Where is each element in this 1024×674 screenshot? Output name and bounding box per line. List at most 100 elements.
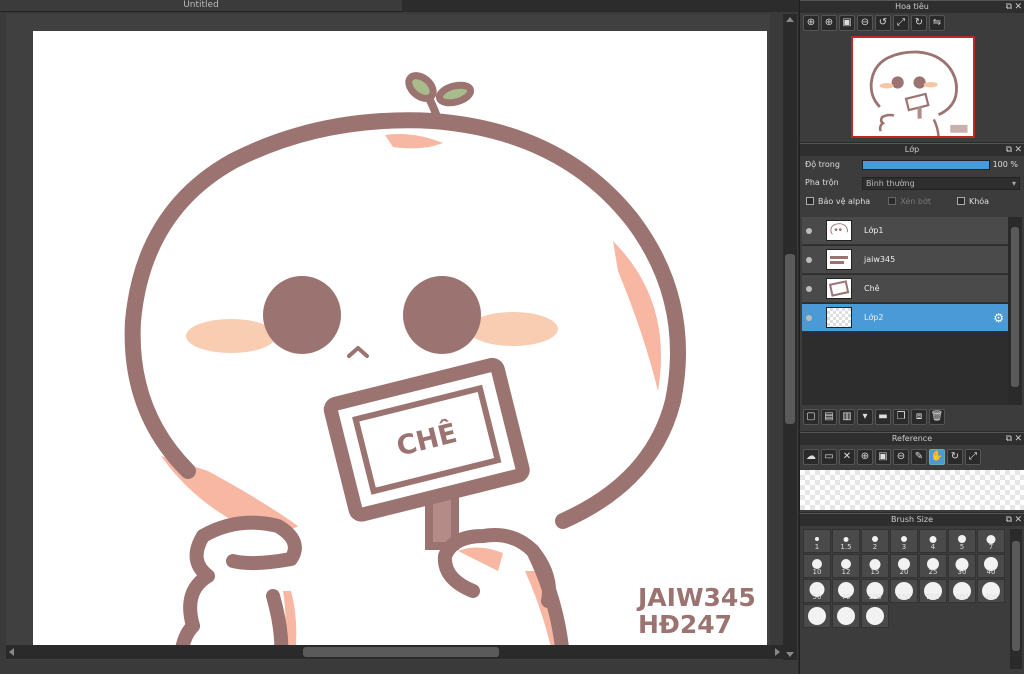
layer-thumbnail — [826, 278, 852, 299]
brush-size-cell[interactable]: 30 — [948, 554, 976, 578]
navigator-thumbnail[interactable] — [851, 36, 975, 138]
layer-scroll-thumb[interactable] — [1011, 227, 1019, 387]
cheek-left — [186, 319, 276, 353]
close-icon[interactable]: ✕ — [1014, 145, 1022, 155]
close-reference-icon[interactable]: ✕ — [839, 449, 855, 465]
sprout-leaf-left — [405, 72, 437, 102]
brush-size-cell[interactable]: 2 — [861, 529, 889, 553]
vertical-scroll-thumb[interactable] — [785, 254, 795, 424]
brush-size-cell[interactable] — [803, 604, 831, 628]
layer-row[interactable]: Chê — [802, 275, 1008, 303]
navigator-view[interactable] — [800, 34, 1024, 140]
new-folder-icon[interactable]: ▬ — [875, 409, 891, 425]
popout-icon[interactable]: ⧉ — [1006, 2, 1012, 12]
zoom-out-icon[interactable]: ⊖ — [893, 449, 909, 465]
layer-scrollbar[interactable] — [1008, 217, 1022, 405]
zoom-in-icon[interactable]: ⊕ — [821, 15, 837, 31]
rotate-right-icon[interactable]: ↻ — [911, 15, 927, 31]
brush-size-cell[interactable] — [832, 604, 860, 628]
brush-size-cell[interactable]: 4 — [919, 529, 947, 553]
rotate-icon[interactable]: ↻ — [947, 449, 963, 465]
brush-size-cell[interactable]: 7 — [977, 529, 1005, 553]
delete-layer-icon[interactable]: 🗑 — [929, 409, 945, 425]
brush-size-scrollbar[interactable] — [1010, 529, 1022, 669]
brush-size-cell[interactable]: 1 — [803, 529, 831, 553]
layer-row-selected[interactable]: Lớp2 ⚙ — [802, 304, 1008, 332]
scroll-up-icon[interactable] — [786, 17, 794, 22]
rotate-left-icon[interactable]: ↺ — [875, 15, 891, 31]
canvas-icon[interactable]: ☁ — [803, 449, 819, 465]
brush-size-cell[interactable]: 400 — [977, 579, 1005, 603]
eyedropper-icon[interactable]: ✎ — [911, 449, 927, 465]
hand-icon[interactable]: ✋ — [929, 449, 945, 465]
popout-icon[interactable]: ⧉ — [1006, 434, 1012, 444]
brush-size-cell[interactable]: 150 — [890, 579, 918, 603]
visibility-icon[interactable] — [806, 257, 812, 263]
duplicate-layer-icon[interactable]: ❐ — [893, 409, 909, 425]
brush-size-label: 5 — [959, 543, 965, 551]
visibility-icon[interactable] — [806, 315, 812, 321]
close-icon[interactable]: ✕ — [1014, 2, 1022, 12]
brush-size-cell[interactable]: 40 — [977, 554, 1005, 578]
visibility-icon[interactable] — [806, 228, 812, 234]
brush-size-label: 4 — [930, 543, 936, 551]
visibility-icon[interactable] — [806, 286, 812, 292]
cheek-right — [468, 312, 558, 346]
layer-row[interactable]: jaiw345 — [802, 246, 1008, 274]
sign-board: CHÊ — [323, 357, 530, 522]
scroll-left-icon[interactable] — [9, 648, 14, 656]
zoom-out-icon[interactable]: ⊖ — [857, 15, 873, 31]
canvas-vertical-scrollbar[interactable] — [783, 14, 797, 660]
navigator-panel: Hoa tiêu ⧉ ✕ ⊕ ⊕ ▣ ⊖ ↺ ⤢ ↻ ⇋ — [799, 0, 1024, 142]
blend-label: Pha trộn — [805, 178, 839, 187]
layer-row[interactable]: Lớp1 — [802, 217, 1008, 245]
popout-icon[interactable]: ⧉ — [1006, 145, 1012, 155]
close-icon[interactable]: ✕ — [1014, 515, 1022, 525]
brush-size-cell[interactable]: 50 — [803, 579, 831, 603]
actual-size-icon[interactable]: ⤢ — [965, 449, 981, 465]
document-tab[interactable]: Untitled — [0, 0, 402, 12]
opacity-slider[interactable] — [862, 160, 990, 170]
canvas-horizontal-scrollbar[interactable] — [6, 645, 783, 659]
flip-icon[interactable]: ⇋ — [929, 15, 945, 31]
horizontal-scroll-thumb[interactable] — [303, 647, 499, 657]
brush-size-cell[interactable]: 20 — [890, 554, 918, 578]
blend-mode-select[interactable]: Bình thường — [862, 177, 1020, 190]
canvas-viewport[interactable]: CHÊ JAIW345 HĐ247 — [6, 14, 770, 660]
new-layer-icon[interactable]: ▢ — [803, 409, 819, 425]
scroll-right-icon[interactable] — [775, 648, 780, 656]
fit-icon[interactable]: ▣ — [875, 449, 891, 465]
merge-down-icon[interactable]: ⧈ — [911, 409, 927, 425]
reference-view[interactable] — [800, 470, 1024, 510]
brush-size-cell[interactable]: 1.5 — [832, 529, 860, 553]
brush-size-cell[interactable]: 25 — [919, 554, 947, 578]
brush-size-cell[interactable]: 300 — [948, 579, 976, 603]
brush-size-cell[interactable]: 5 — [948, 529, 976, 553]
actual-size-icon[interactable]: ⤢ — [893, 15, 909, 31]
brush-size-cell[interactable]: 3 — [890, 529, 918, 553]
layer-title-label: Lớp — [904, 145, 920, 154]
clipping-checkbox[interactable] — [888, 197, 897, 205]
new-layer-menu-icon[interactable]: ▾ — [857, 409, 873, 425]
lock-checkbox[interactable] — [956, 197, 965, 205]
brush-size-cell[interactable]: 15 — [861, 554, 889, 578]
close-icon[interactable]: ✕ — [1014, 434, 1022, 444]
zoom-in-icon[interactable]: ⊕ — [857, 449, 873, 465]
brush-size-cell[interactable]: 10 — [803, 554, 831, 578]
fit-icon[interactable]: ▣ — [839, 15, 855, 31]
new-halftone-layer-icon[interactable]: ▤ — [821, 409, 837, 425]
popout-icon[interactable]: ⧉ — [1006, 515, 1012, 525]
brush-size-cell[interactable]: 12 — [832, 554, 860, 578]
protect-alpha-checkbox[interactable] — [806, 197, 814, 205]
gear-icon[interactable]: ⚙ — [993, 311, 1004, 325]
brush-size-cell[interactable] — [861, 604, 889, 628]
art-board[interactable]: CHÊ JAIW345 HĐ247 — [33, 31, 767, 657]
open-folder-icon[interactable]: ▭ — [821, 449, 837, 465]
brush-size-cell[interactable]: 100 — [861, 579, 889, 603]
scroll-down-icon[interactable] — [786, 652, 794, 657]
zoom-icon[interactable]: ⊕ — [803, 15, 819, 31]
new-1bit-layer-icon[interactable]: ▥ — [839, 409, 855, 425]
brush-size-cell[interactable]: 70 — [832, 579, 860, 603]
brush-size-cell[interactable]: 200 — [919, 579, 947, 603]
brush-scroll-thumb[interactable] — [1012, 541, 1020, 651]
